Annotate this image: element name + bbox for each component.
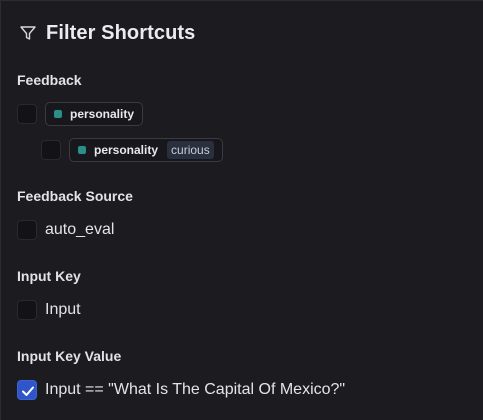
auto-eval-checkbox[interactable] <box>17 220 37 240</box>
chip-value-tag: curious <box>167 141 214 159</box>
section-label-input-key-value: Input Key Value <box>17 348 122 364</box>
feedback-dot-icon <box>54 110 62 118</box>
input-key-value-checkbox[interactable] <box>17 380 37 400</box>
filter-shortcuts-panel: Filter Shortcuts Feedback personality pe… <box>0 0 483 420</box>
chip-key: personality <box>94 143 159 157</box>
section-label-feedback-source: Feedback Source <box>17 188 133 204</box>
panel-title: Filter Shortcuts <box>46 21 196 44</box>
feedback-personality-curious-checkbox[interactable] <box>41 140 61 160</box>
panel-header: Filter Shortcuts <box>19 19 195 47</box>
chip-key: personality <box>70 107 135 121</box>
input-key-label[interactable]: Input <box>45 301 81 319</box>
auto-eval-label[interactable]: auto_eval <box>45 221 114 239</box>
filter-icon <box>19 24 37 42</box>
feedback-personality-checkbox[interactable] <box>17 104 37 124</box>
section-label-feedback: Feedback <box>17 72 82 88</box>
input-key-checkbox[interactable] <box>17 300 37 320</box>
checkmark-icon <box>22 386 34 396</box>
feedback-dot-icon <box>78 146 86 154</box>
input-key-value-label[interactable]: Input == "What Is The Capital Of Mexico?… <box>45 381 345 399</box>
feedback-chip-personality[interactable]: personality <box>45 102 144 126</box>
section-label-input-key: Input Key <box>17 268 81 284</box>
feedback-chip-personality-curious[interactable]: personality curious <box>69 138 223 162</box>
